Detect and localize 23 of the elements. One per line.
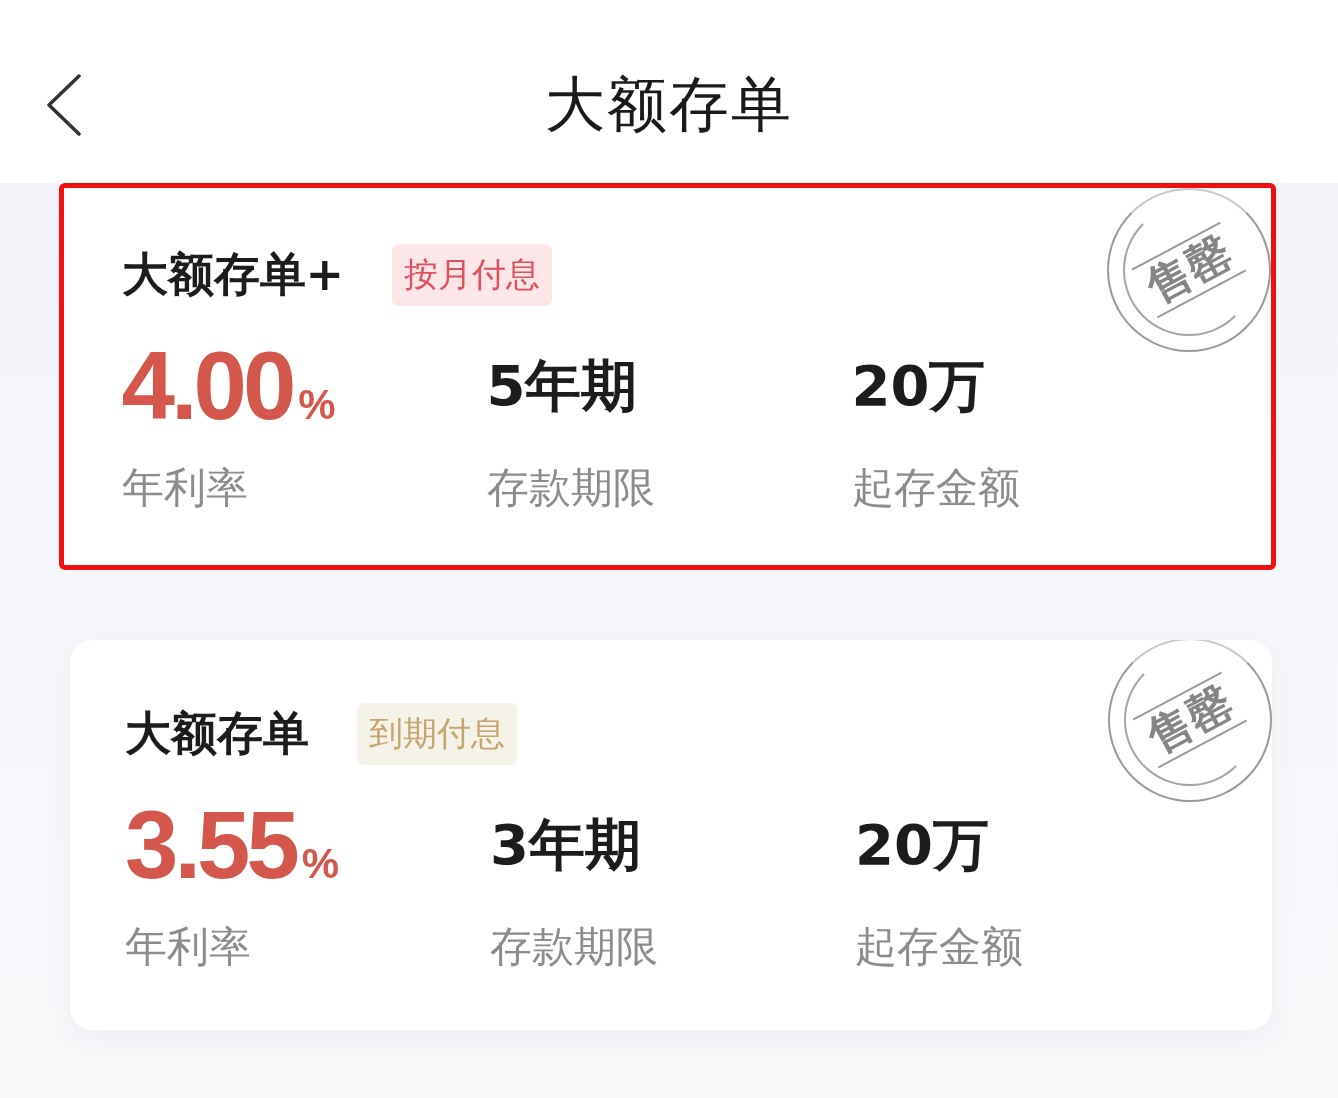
interest-tag: 到期付息 — [357, 703, 517, 765]
minimum-amount: 20万 — [851, 355, 986, 417]
sold-out-stamp: 售罄 — [1106, 188, 1271, 352]
minimum-caption: 起存金额 — [851, 463, 1020, 514]
minimum-amount: 20万 — [855, 814, 989, 876]
rate-caption: 年利率 — [121, 463, 248, 514]
term-value: 3年期 — [490, 814, 641, 876]
page-title: 大额存单 — [545, 67, 793, 141]
term-caption: 存款期限 — [490, 922, 658, 973]
interest-rate: 3.55% — [125, 797, 340, 893]
term-value: 5年期 — [486, 355, 638, 417]
minimum-caption: 起存金额 — [855, 922, 1023, 973]
term-caption: 存款期限 — [486, 463, 655, 514]
rate-caption: 年利率 — [125, 922, 251, 973]
interest-rate: 4.00% — [121, 338, 336, 434]
back-icon — [46, 74, 82, 136]
product-name: 大额存单+ — [121, 246, 345, 303]
product-card[interactable]: 大额存单 到期付息 3.55% 年利率 3年期 存款期限 20万 起存金额 售罄 — [70, 640, 1272, 1030]
back-button[interactable] — [44, 73, 84, 137]
product-name: 大额存单 — [125, 705, 309, 762]
sold-out-stamp: 售罄 — [1108, 640, 1272, 802]
interest-tag: 按月付息 — [392, 244, 553, 306]
highlighted-product-card[interactable]: 大额存单+ 按月付息 4.00% 年利率 5年期 存款期限 20万 起存金额 售罄 — [58, 183, 1276, 570]
